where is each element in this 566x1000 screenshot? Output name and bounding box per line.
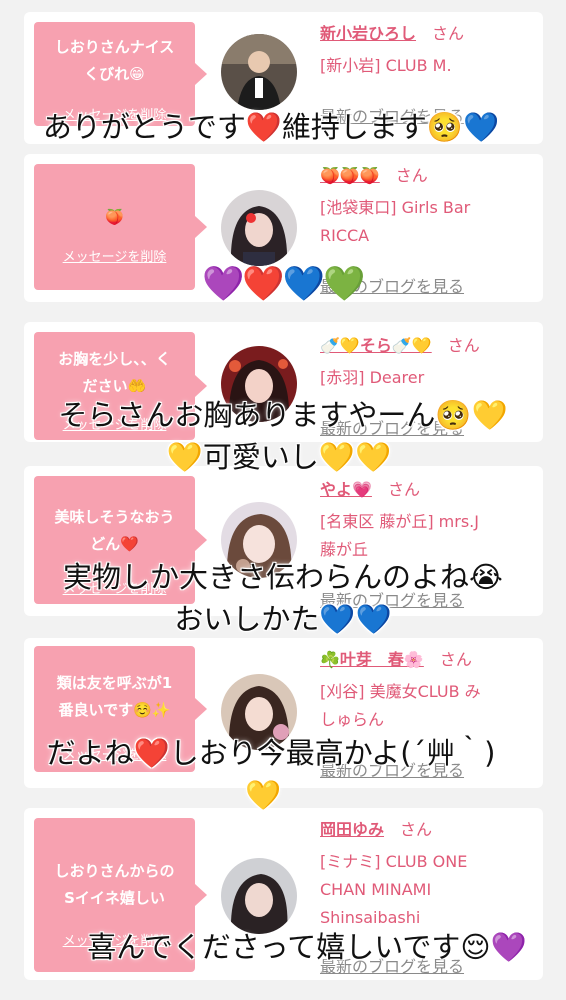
message-text: お胸を少し、、く ださい🤲 — [58, 350, 171, 395]
shop-name[interactable]: [ミナミ] CLUB ONE CHAN MINAMI Shinsaibashi — [320, 848, 535, 932]
caption-overlay: 💛可愛いし💛💛 — [166, 440, 392, 474]
user-name-link[interactable]: 🍼💛そら🍼💛 — [320, 336, 432, 355]
user-name-link[interactable]: やよ💗 — [320, 480, 372, 499]
shop-name[interactable]: [名東区 藤が丘] mrs.J 藤が丘 — [320, 508, 535, 564]
message-bubble: 🍑 メッセージを削除 — [34, 164, 207, 290]
shop-name[interactable]: [赤羽] Dearer — [320, 364, 535, 392]
user-name-link[interactable]: 🍑🍑🍑 — [320, 166, 380, 185]
shop-name[interactable]: [池袋東口] Girls Bar RICCA — [320, 194, 535, 250]
honorific: さん — [439, 650, 472, 669]
user-info: 🍑🍑🍑 さん [池袋東口] Girls Bar RICCA 最新のブログを見る — [320, 164, 535, 296]
honorific: さん — [387, 480, 420, 499]
user-name-link[interactable]: 新小岩ひろし — [320, 24, 416, 43]
caption-overlay: おいしかた💙💙 — [174, 602, 392, 636]
honorific: さん — [432, 24, 465, 43]
user-info: ☘️叶芽 春🌸 さん [刈谷] 美魔女CLUB み しゅらん 最新のブログを見る — [320, 648, 535, 780]
avatar[interactable] — [221, 190, 297, 266]
user-info: やよ💗 さん [名東区 藤が丘] mrs.J 藤が丘 最新のブログを見る — [320, 478, 535, 610]
avatar[interactable] — [221, 34, 297, 110]
message-text: しおりさんナイス くびれ😁 — [54, 38, 175, 83]
message-text: 美味しそうなおう どん❤️ — [54, 508, 175, 553]
shop-name[interactable]: [刈谷] 美魔女CLUB み しゅらん — [320, 678, 535, 734]
delete-message-link[interactable]: メッセージを削除 — [34, 246, 195, 265]
honorific: さん — [400, 820, 433, 839]
caption-overlay: 実物しか大きさ伝わらんのよね😭 — [63, 560, 503, 594]
avatar[interactable] — [221, 858, 297, 934]
user-name-link[interactable]: ☘️叶芽 春🌸 — [320, 650, 424, 669]
honorific: さん — [447, 336, 480, 355]
shop-name[interactable]: [新小岩] CLUB M. — [320, 52, 535, 80]
user-info: 新小岩ひろし さん [新小岩] CLUB M. 最新のブログを見る — [320, 22, 535, 126]
user-info: 岡田ゆみ さん [ミナミ] CLUB ONE CHAN MINAMI Shinsa… — [320, 818, 535, 976]
message-text: しおりさんからの Sイイネ嬉しい — [54, 862, 175, 907]
message-text: 🍑 — [105, 208, 124, 226]
caption-overlay: そらさんお胸ありますやーん🥺💛 — [58, 398, 508, 432]
caption-overlay: だよね❤️しおり今最高かよ(´艸｀) — [46, 736, 496, 770]
user-info: 🍼💛そら🍼💛 さん [赤羽] Dearer 最新のブログを見る — [320, 334, 535, 438]
user-name-link[interactable]: 岡田ゆみ — [320, 820, 384, 839]
caption-overlay: 喜んでくださって嬉しいです😌💜 — [87, 930, 527, 964]
heart-emoji-row: 💜❤️💙💚 — [202, 264, 365, 304]
caption-overlay: ありがとうです❤️維持します🥺💙 — [42, 110, 500, 144]
message-text: 類は友を呼ぶが1 番良いです☺️✨ — [56, 674, 173, 719]
caption-overlay: 💛 — [244, 778, 282, 812]
honorific: さん — [395, 166, 428, 185]
